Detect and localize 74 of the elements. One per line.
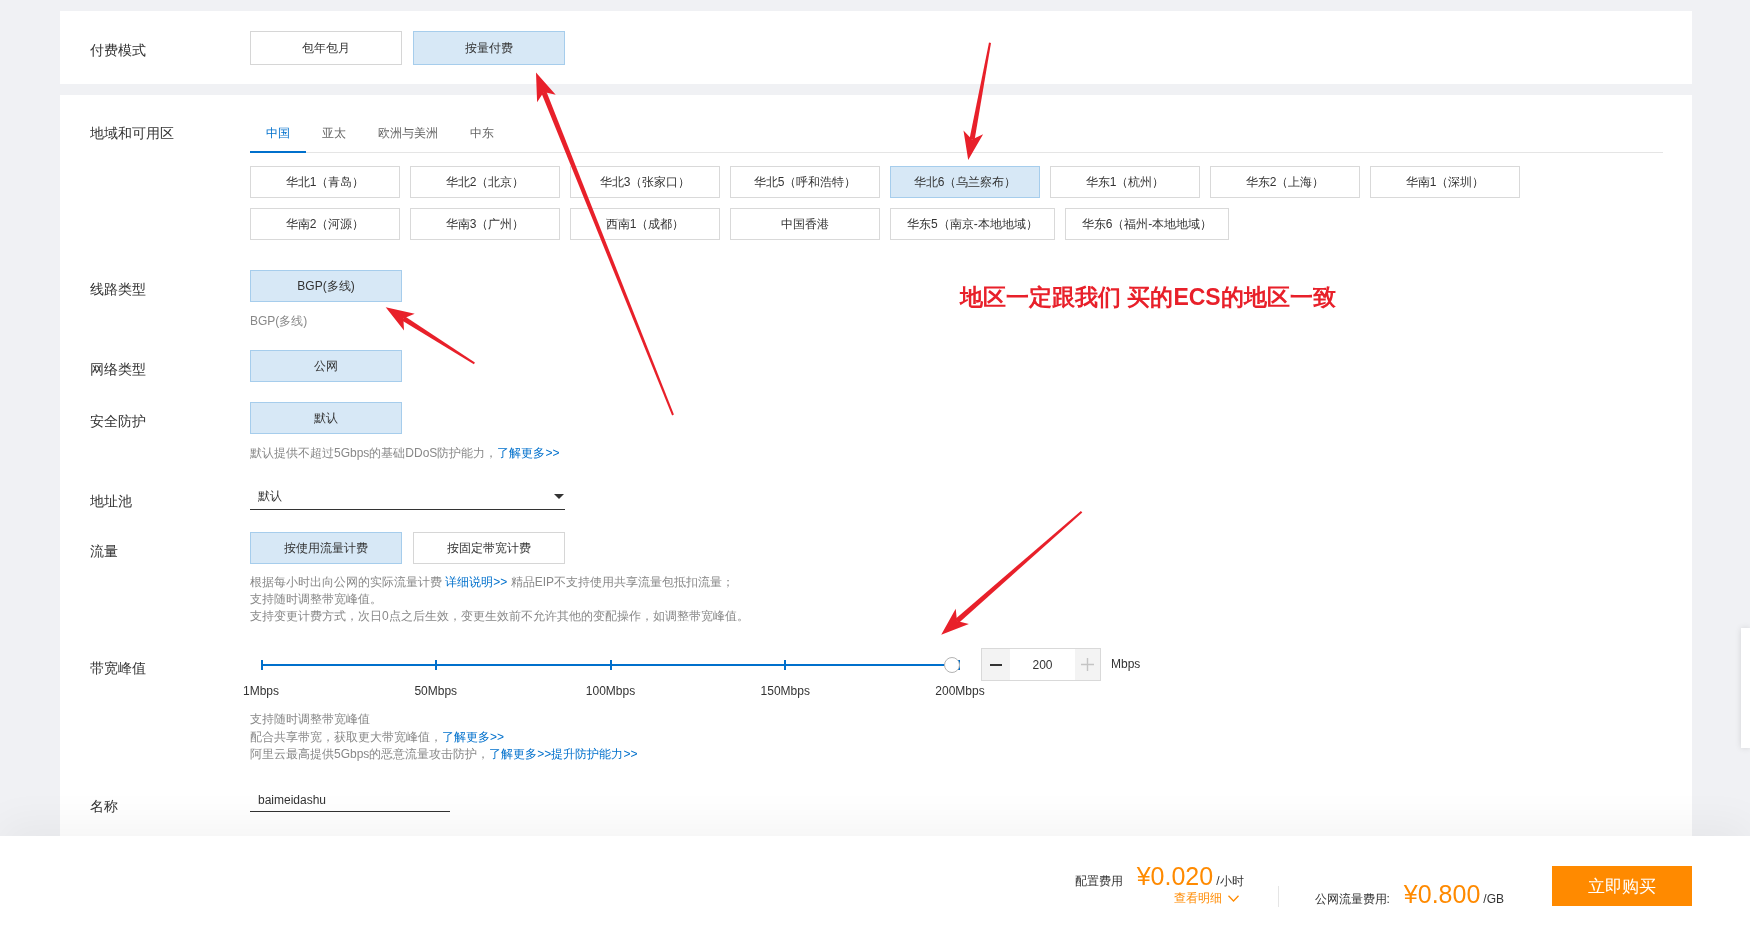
option-button[interactable]: 按量付费 <box>413 31 565 65</box>
tick-mark <box>435 659 438 670</box>
option-button[interactable]: 公网 <box>250 350 402 382</box>
zone-button[interactable]: 华南1（深圳） <box>1370 166 1520 198</box>
chevron-down-icon <box>1227 894 1239 902</box>
price-label: 公网流量费用: <box>1314 891 1390 908</box>
option-button[interactable]: 默认 <box>250 402 402 434</box>
slider-thumb[interactable] <box>944 656 960 673</box>
zone-button[interactable]: 华东6（福州-本地地域） <box>1064 208 1230 240</box>
zone-button[interactable]: 华南3（广州） <box>410 208 560 240</box>
price-unit: /小时 <box>1216 873 1244 890</box>
region-tab[interactable]: 中东 <box>454 115 510 153</box>
unit-label: Mbps <box>1111 656 1141 673</box>
help-link[interactable]: 了解更多>> <box>497 446 560 460</box>
tick-label: 100Mbps <box>585 684 636 698</box>
tick-label: 50Mbps <box>414 684 458 698</box>
address-pool-select[interactable]: 默认 <box>250 484 565 510</box>
zone-button[interactable]: 华北3（张家口） <box>570 166 720 198</box>
region-tab[interactable]: 中国 <box>250 115 306 153</box>
hint-text: 阿里云最高提供5Gbps的恶意流量攻击防护，了解更多>>提升防护能力>> <box>250 746 638 763</box>
zone-button[interactable]: 华北6（乌兰察布） <box>890 166 1040 198</box>
region-tab[interactable]: 欧洲与美洲 <box>362 115 454 153</box>
tick-label: 200Mbps <box>935 684 985 698</box>
zone-button[interactable]: 华北1（青岛） <box>250 166 400 198</box>
option-button[interactable]: BGP(多线) <box>250 270 402 302</box>
help-link[interactable]: 详细说明>> <box>445 575 508 589</box>
caret-icon <box>554 494 564 499</box>
zone-button[interactable]: 华北2（北京） <box>410 166 560 198</box>
hint-text: 配合共享带宽，获取更大带宽峰值，了解更多>> <box>250 728 504 746</box>
tick-label: 150Mbps <box>760 684 810 698</box>
field-label: 名称 <box>90 796 118 816</box>
hint-text: 支持随时调整带宽峰值。 <box>250 591 382 608</box>
zone-button[interactable]: 西南1（成都） <box>570 208 720 240</box>
price-unit: /GB <box>1483 892 1504 906</box>
price-value: ¥0.020 <box>1136 861 1214 891</box>
field-label: 付费模式 <box>90 41 146 60</box>
option-button[interactable]: 按使用流量计费 <box>250 532 402 564</box>
field-label: 网络类型 <box>90 360 146 379</box>
price-value: ¥0.800 <box>1403 879 1481 909</box>
zone-button[interactable]: 华东2（上海） <box>1210 166 1360 198</box>
help-link[interactable]: 了解更多>> <box>442 729 504 744</box>
option-button[interactable]: 按固定带宽计费 <box>413 532 565 564</box>
tick-mark <box>958 659 960 670</box>
hint-text: 支持随时调整带宽峰值 <box>250 711 370 728</box>
hint-text: 根据每小时出向公网的实际流量计费 详细说明>> 精品EIP不支持使用共享流量包抵扣流量； <box>250 574 735 591</box>
tick-mark <box>261 659 263 670</box>
zone-button[interactable]: 华东5（南京-本地地域） <box>890 208 1055 240</box>
decrease-button[interactable] <box>982 649 1010 680</box>
region-tab[interactable]: 亚太 <box>306 115 362 153</box>
zone-button[interactable]: 中国香港 <box>730 208 880 240</box>
field-label: 地域和可用区 <box>90 124 174 143</box>
help-link[interactable]: 了解更多>> <box>489 747 552 761</box>
plus-icon <box>1081 658 1094 671</box>
field-label: 线路类型 <box>90 280 146 299</box>
help-link[interactable]: 提升防护能力>> <box>551 747 638 761</box>
tick-mark <box>609 659 612 670</box>
field-label: 流量 <box>90 542 118 561</box>
number-stepper[interactable]: 200 <box>981 648 1101 681</box>
hint-text: BGP(多线) <box>250 313 308 330</box>
annotation-text: 地区一定跟我们 买的ECS的地区一致 <box>960 283 1336 311</box>
field-label: 安全防护 <box>90 412 146 431</box>
name-input[interactable]: baimeidashu <box>250 789 450 812</box>
field-label: 地址池 <box>90 492 132 511</box>
tick-label: 1Mbps <box>243 684 279 698</box>
hint-text: 支持变更计费方式，次日0点之后生效，变更生效前不允许其他的变配操作，如调整带宽峰值。 <box>250 608 749 625</box>
price-label: 配置费用 <box>1074 873 1123 890</box>
zone-button[interactable]: 华南2（河源） <box>250 208 400 240</box>
option-button[interactable]: 包年包月 <box>250 31 402 65</box>
zone-button[interactable]: 华北5（呼和浩特） <box>730 166 880 198</box>
hint-text: 默认提供不超过5Gbps的基础DDoS防护能力，了解更多>> <box>250 445 560 462</box>
field-label: 带宽峰值 <box>90 659 146 678</box>
minus-icon <box>990 663 1002 666</box>
tick-mark <box>783 659 786 670</box>
zone-button[interactable]: 华东1（杭州） <box>1050 166 1200 198</box>
